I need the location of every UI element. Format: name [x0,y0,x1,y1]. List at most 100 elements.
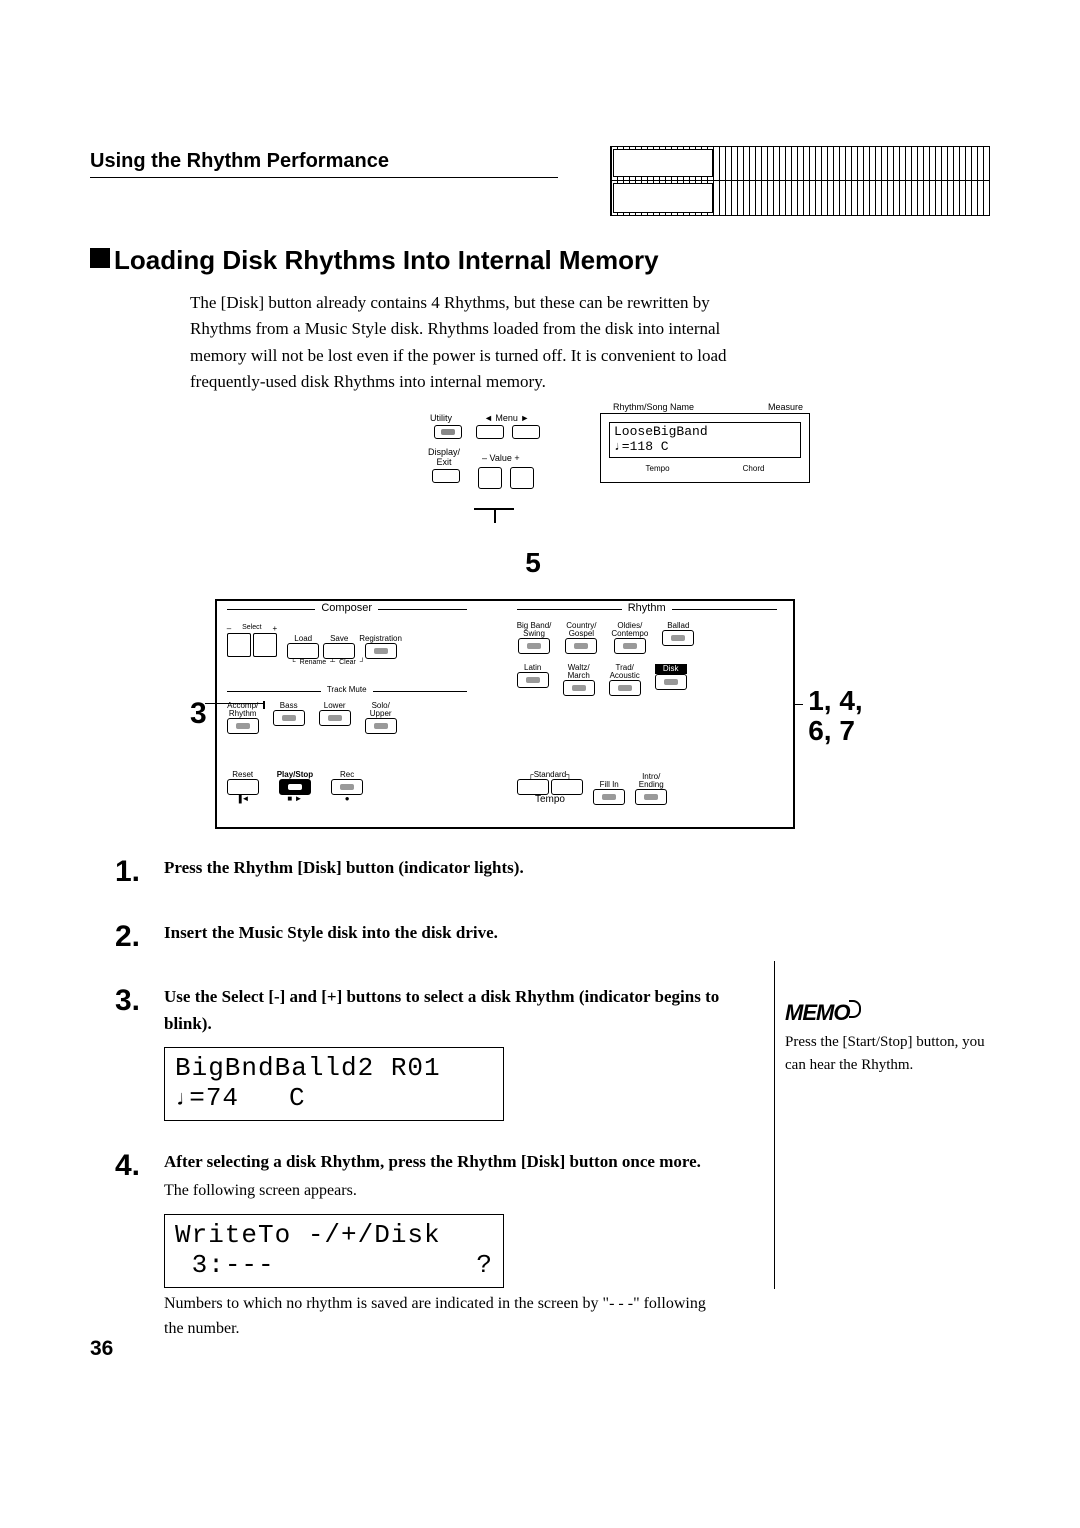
control-panel-diagram-1: Utility ◄ Menu ► Display/ Exit – Value +… [390,413,810,543]
lcd-screen-2: WriteTo -/+/Disk 3:---? [164,1214,504,1288]
leader-line-right [793,704,803,705]
label-select: Select [242,624,261,633]
bigband-button [518,638,550,654]
value-plus-button [510,467,534,489]
label-composer: Composer [315,602,378,614]
step-4-note2: Numbers to which no rhythm is saved are … [164,1292,724,1342]
disk-button [655,674,687,690]
menu-left-button [476,425,504,439]
lcd2-line1: WriteTo -/+/Disk [175,1221,493,1251]
label-value: – Value + [482,453,520,463]
label-clear: Clear [339,659,356,666]
label-disk: Disk [655,664,687,674]
tempo-down-button [517,779,549,795]
label-tempo2: Tempo [517,795,584,805]
step-4-note1: The following screen appears. [164,1179,724,1204]
keyboard-illustration [610,146,990,216]
ballad-button [662,630,694,646]
control-panel-diagram-2: Composer – Select + Load [215,599,795,829]
fillin-button [593,789,625,805]
utility-button [434,425,462,439]
vertical-divider [774,961,775,1289]
label-rec: Rec [331,771,363,779]
label-minus: – [227,624,231,633]
save-button [323,643,355,659]
rec-button [331,779,363,795]
oldies-button [614,638,646,654]
page-title: Loading Disk Rhythms Into Internal Memor… [90,245,990,276]
section-heading: Using the Rhythm Performance [90,150,558,178]
lcd1-tempo: 74 [206,1083,239,1113]
label-chord: Chord [743,464,765,473]
label-track-mute: Track Mute [321,685,373,694]
lcd1-line1: BigBndBalld2 R01 [175,1054,493,1084]
page-number: 36 [90,1337,113,1361]
lcd2-slot: 3:--- [192,1250,275,1280]
label-rhythm-song: Rhythm/Song Name [613,402,694,412]
label-menu: ◄ Menu ► [484,413,529,423]
step-3-text: Use the Select [-] and [+] buttons to se… [164,984,724,1037]
registration-button [365,643,397,659]
display-exit-button [432,469,460,483]
menu-right-button [512,425,540,439]
label-bigband: Big Band/ Swing [517,622,552,638]
label-save: Save [323,635,355,643]
label-lower: Lower [319,702,351,710]
lcd-screen-1: BigBndBalld2 R01 =74C [164,1047,504,1121]
callout-5: 5 [76,547,990,579]
step-number-2: 2. [90,914,140,961]
label-trad: Trad/ Acoustic [609,664,641,680]
load-button [287,643,319,659]
label-rhythm: Rhythm [622,602,672,614]
label-solo: Solo/ Upper [365,702,397,718]
tempo-up-button [551,779,583,795]
memo-sidebar: MEMO Press the [Start/Stop] button, you … [785,996,995,1076]
value-minus-button [478,467,502,489]
label-plus: + [273,624,278,633]
step-number-4: 4. [90,1143,140,1342]
select-minus-button [227,633,251,657]
latin-button [517,672,549,688]
label-tempo: Tempo [646,464,670,473]
label-intro: Intro/ Ending [635,773,667,789]
lcd2-qmark: ? [476,1251,493,1281]
label-reset: Reset [227,771,259,779]
label-oldies: Oldies/ Contempo [611,622,648,638]
lcd-line2: ♩=118 C [614,440,796,454]
label-load: Load [287,635,319,643]
title-text: Loading Disk Rhythms Into Internal Memor… [114,245,659,275]
memo-icon: MEMO [785,996,849,1029]
step-1-text: Press the Rhythm [Disk] button (indicato… [164,855,724,881]
label-standard: Standard [534,770,566,779]
step-number-1: 1. [90,849,140,896]
label-rename: Rename [300,659,326,666]
step-2-text: Insert the Music Style disk into the dis… [164,920,724,946]
callout-1467: 1, 4, 6, 7 [808,686,862,745]
accomp-button [227,718,259,734]
label-measure: Measure [768,402,803,412]
label-utility: Utility [430,413,452,423]
lcd-small: LooseBigBand ♩=118 C [609,422,801,458]
country-button [565,638,597,654]
label-fillin: Fill In [593,781,625,789]
trad-button [609,680,641,696]
label-latin: Latin [517,664,549,672]
playstop-button [279,779,311,795]
label-playstop: Play/Stop [277,771,313,779]
reset-button [227,779,259,795]
intro-button [635,789,667,805]
step-4-text: After selecting a disk Rhythm, press the… [164,1149,724,1175]
bullet-square-icon [90,248,110,268]
memo-text: Press the [Start/Stop] button, you can h… [785,1031,995,1076]
solo-button [365,718,397,734]
label-registration: Registration [359,635,402,643]
label-waltz: Waltz/ March [563,664,595,680]
label-ballad: Ballad [662,622,694,630]
lcd-line1: LooseBigBand [614,425,796,439]
select-plus-button [253,633,277,657]
bass-button [273,710,305,726]
lower-button [319,710,351,726]
label-bass: Bass [273,702,305,710]
label-accomp: Accomp/ Rhythm [227,702,259,718]
label-display: Display/ Exit [428,447,460,467]
